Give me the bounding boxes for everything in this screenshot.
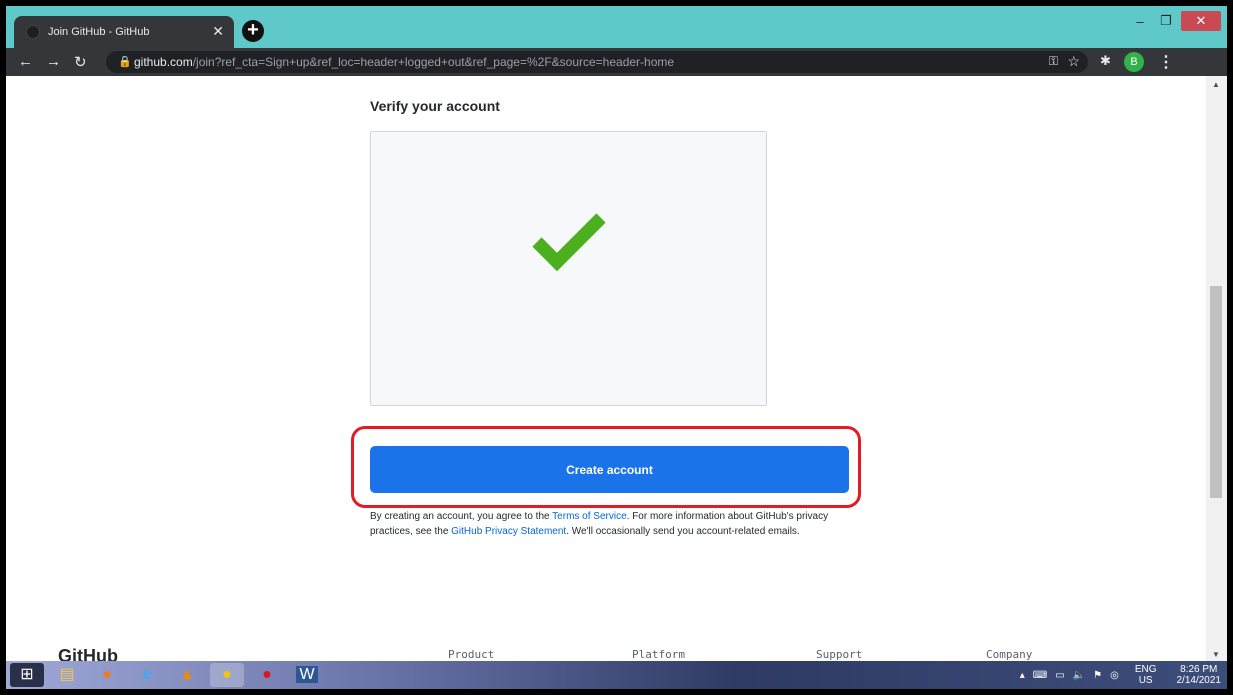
- window-controls: – ❐ ✕: [1127, 10, 1221, 32]
- legal-text: By creating an account, you agree to the…: [370, 509, 840, 539]
- lang-top: ENG: [1134, 664, 1157, 675]
- checkmark-icon: [532, 213, 606, 272]
- tray-expand-icon[interactable]: ▴: [1020, 670, 1025, 681]
- legal-text-part: By creating an account, you agree to the: [370, 511, 553, 522]
- restore-button[interactable]: ❐: [1153, 13, 1179, 29]
- bookmark-star-icon[interactable]: ☆: [1067, 53, 1080, 70]
- captcha-box: [370, 131, 767, 406]
- window-close-button[interactable]: ✕: [1181, 11, 1221, 31]
- action-center-flag-icon[interactable]: ⚑: [1093, 670, 1102, 681]
- lock-icon: 🔒: [118, 56, 132, 68]
- browser-toolbar: ← → ↻ 🔒 github.com/join?ref_cta=Sign+up&…: [6, 48, 1227, 76]
- scroll-up-icon[interactable]: ▲: [1212, 80, 1220, 89]
- network-icon[interactable]: ▭: [1055, 670, 1064, 681]
- legal-text-part: . We'll occasionally send you account-re…: [566, 526, 800, 537]
- file-explorer-icon[interactable]: ▤: [50, 663, 84, 687]
- create-account-button[interactable]: Create account: [370, 446, 849, 493]
- footer-link-support[interactable]: Support: [816, 648, 862, 661]
- tab-strip: Join GitHub - GitHub ✕ + – ❐ ✕: [6, 6, 1227, 48]
- url-text: github.com/join?ref_cta=Sign+up&ref_loc=…: [134, 55, 674, 69]
- windows-taskbar: ⊞ ▤ ● e ▲ ● ● W ▴ ⌨ ▭ 🔈 ⚑ ◎ ENG US 8:26 P…: [6, 661, 1227, 689]
- clock-time: 8:26 PM: [1180, 664, 1218, 675]
- footer-link-company[interactable]: Company: [986, 648, 1032, 661]
- github-logo[interactable]: GitHub: [58, 646, 118, 661]
- browser-window: Join GitHub - GitHub ✕ + – ❐ ✕ ← → ↻ 🔒 g…: [6, 6, 1227, 689]
- password-key-icon[interactable]: ⚿: [1049, 54, 1058, 69]
- verify-heading: Verify your account: [370, 98, 500, 114]
- privacy-statement-link[interactable]: GitHub Privacy Statement: [451, 526, 566, 537]
- profile-avatar[interactable]: B: [1124, 52, 1144, 72]
- page-content: Verify your account Create account By cr…: [6, 76, 1206, 661]
- tab-join-github[interactable]: Join GitHub - GitHub ✕: [14, 16, 234, 48]
- page-footer: GitHub Product Platform Support Company: [6, 644, 1206, 661]
- windows-start-icon[interactable]: ⊞: [10, 663, 44, 687]
- terms-of-service-link[interactable]: Terms of Service: [552, 511, 626, 522]
- github-favicon-icon: [26, 25, 40, 39]
- clock[interactable]: 8:26 PM 2/14/2021: [1169, 664, 1222, 686]
- scrollbar-thumb[interactable]: [1210, 286, 1222, 498]
- address-bar[interactable]: 🔒 github.com/join?ref_cta=Sign+up&ref_lo…: [106, 51, 1088, 73]
- vlc-icon[interactable]: ▲: [170, 663, 204, 687]
- keyboard-icon[interactable]: ⌨: [1033, 670, 1047, 681]
- back-arrow-icon[interactable]: ←: [18, 53, 33, 70]
- reload-icon[interactable]: ↻: [74, 53, 87, 71]
- scroll-down-icon[interactable]: ▼: [1212, 650, 1220, 659]
- internet-explorer-icon[interactable]: e: [130, 663, 164, 687]
- url-path: /join?ref_cta=Sign+up&ref_loc=header+log…: [192, 55, 675, 69]
- lang-bottom: US: [1138, 675, 1153, 686]
- browser-menu-icon[interactable]: ⋮: [1158, 52, 1174, 72]
- opera-icon[interactable]: ●: [250, 663, 284, 687]
- extensions-puzzle-icon[interactable]: ✱: [1100, 53, 1111, 69]
- forward-arrow-icon[interactable]: →: [46, 53, 61, 70]
- new-tab-button[interactable]: +: [242, 20, 264, 42]
- url-host: github.com: [134, 55, 193, 69]
- word-icon[interactable]: W: [290, 663, 324, 687]
- input-method-icon[interactable]: ◎: [1110, 670, 1119, 681]
- volume-icon[interactable]: 🔈: [1073, 670, 1085, 681]
- tab-close-icon[interactable]: ✕: [212, 23, 224, 40]
- language-indicator[interactable]: ENG US: [1127, 664, 1157, 686]
- minimize-button[interactable]: –: [1127, 14, 1153, 29]
- clock-date: 2/14/2021: [1176, 675, 1222, 686]
- footer-link-platform[interactable]: Platform: [632, 648, 685, 661]
- tab-title: Join GitHub - GitHub: [48, 26, 150, 38]
- footer-link-product[interactable]: Product: [448, 648, 494, 661]
- system-tray: ▴ ⌨ ▭ 🔈 ⚑ ◎ ENG US 8:26 PM 2/14/2021: [1012, 661, 1221, 689]
- page-scrollbar[interactable]: ▲ ▼: [1206, 76, 1227, 661]
- chrome-icon[interactable]: ●: [210, 663, 244, 687]
- firefox-icon[interactable]: ●: [90, 663, 124, 687]
